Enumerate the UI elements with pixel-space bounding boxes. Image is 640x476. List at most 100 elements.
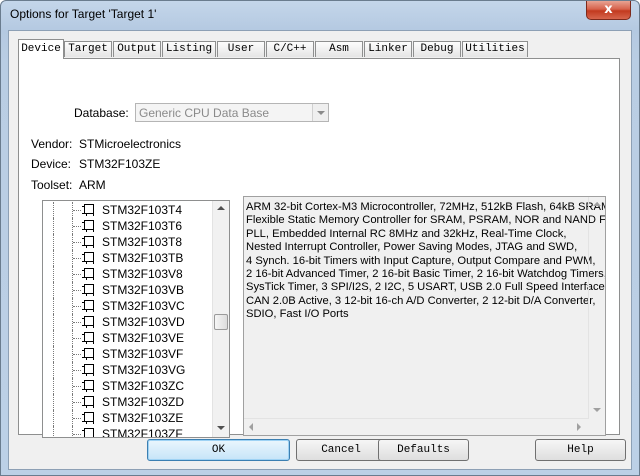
- chip-icon: [82, 364, 94, 376]
- scroll-thumb[interactable]: [214, 314, 228, 330]
- scroll-down-icon[interactable]: [213, 420, 229, 436]
- device-label: Device:: [31, 157, 72, 171]
- chip-icon: [82, 316, 94, 328]
- cancel-button[interactable]: Cancel: [296, 439, 386, 461]
- tab-linker[interactable]: Linker: [364, 41, 412, 57]
- toolset-value: ARM: [79, 178, 106, 192]
- tree-item-label: STM32F103T4: [102, 203, 183, 217]
- tree-line: [53, 234, 54, 250]
- tree-item[interactable]: STM32F103VG: [43, 362, 215, 378]
- description-line: Nested Interrupt Controller, Power Savin…: [246, 241, 578, 254]
- tree-item[interactable]: STM32F103V8: [43, 266, 215, 282]
- chevron-down-icon[interactable]: [312, 104, 328, 121]
- title-bar[interactable]: Options for Target 'Target 1' x: [1, 1, 639, 29]
- tree-item-label: STM32F103VC: [102, 299, 185, 313]
- device-tree-scrollbar[interactable]: [212, 201, 229, 437]
- tab-user[interactable]: User: [217, 41, 265, 57]
- chip-icon: [82, 380, 94, 392]
- chip-icon: [82, 220, 94, 232]
- scroll-up-icon[interactable]: [589, 197, 605, 213]
- chip-icon: [82, 428, 94, 437]
- tab-c-cpp[interactable]: C/C++: [266, 41, 314, 57]
- tree-line: [73, 354, 81, 355]
- window-title: Options for Target 'Target 1': [10, 7, 157, 21]
- tree-item-label: STM32F103ZF: [102, 427, 183, 438]
- chip-icon: [82, 268, 94, 280]
- device-description: ARM 32-bit Cortex-M3 Microcontroller, 72…: [243, 196, 606, 436]
- tree-item-label: STM32F103T6: [102, 219, 183, 233]
- tab-utilities[interactable]: Utilities: [462, 41, 528, 57]
- tab-debug[interactable]: Debug: [413, 41, 461, 57]
- database-label: Database:: [74, 106, 129, 120]
- tree-item[interactable]: STM32F103VC: [43, 298, 215, 314]
- tree-line: [73, 290, 81, 291]
- tree-line: [53, 250, 54, 266]
- chip-icon: [82, 284, 94, 296]
- tree-item[interactable]: STM32F103T4: [43, 202, 215, 218]
- tree-item-label: STM32F103ZD: [102, 395, 185, 409]
- description-line: 2 16-bit Advanced Timer, 2 16-bit Basic …: [246, 268, 606, 280]
- tree-line: [53, 378, 54, 394]
- tab-listing[interactable]: Listing: [162, 41, 216, 57]
- chip-icon: [82, 204, 94, 216]
- tree-item-label: STM32F103ZC: [102, 379, 185, 393]
- options-dialog: Options for Target 'Target 1' x Device T…: [0, 0, 640, 476]
- tree-line: [73, 242, 81, 243]
- tree-item-label: STM32F103VG: [102, 363, 186, 377]
- chip-icon: [82, 252, 94, 264]
- database-select[interactable]: Generic CPU Data Base: [135, 103, 329, 122]
- defaults-button[interactable]: Defaults: [378, 439, 469, 461]
- tree-item[interactable]: STM32F103VE: [43, 330, 215, 346]
- tree-line: [53, 330, 54, 346]
- database-value: Generic CPU Data Base: [139, 106, 270, 120]
- tab-output[interactable]: Output: [113, 41, 161, 57]
- description-line: CAN 2.0B Active, 3 12-bit 16-ch A/D Conv…: [246, 294, 596, 307]
- tab-device[interactable]: Device: [18, 39, 64, 59]
- tree-line: [53, 282, 54, 298]
- tree-line: [73, 306, 81, 307]
- close-icon: x: [604, 2, 613, 17]
- description-vscrollbar[interactable]: [588, 197, 605, 419]
- description-hscrollbar[interactable]: [244, 418, 588, 435]
- tree-line: [73, 322, 81, 323]
- device-tree[interactable]: STM32F103T4 STM32F103T6 STM32F103T8 STM32F1…: [42, 200, 230, 438]
- chip-icon: [82, 396, 94, 408]
- device-value: STM32F103ZE: [79, 157, 161, 171]
- tree-line: [73, 402, 81, 403]
- tree-line: [73, 386, 81, 387]
- tree-item[interactable]: STM32F103VD: [43, 314, 215, 330]
- ok-button[interactable]: OK: [147, 439, 290, 461]
- chip-icon: [82, 300, 94, 312]
- tree-line: [73, 274, 81, 275]
- tree-item[interactable]: STM32F103TB: [43, 250, 215, 266]
- tree-item-label: STM32F103VF: [102, 347, 184, 361]
- close-button[interactable]: x: [586, 1, 631, 20]
- tree-item-label: STM32F103T8: [102, 235, 183, 249]
- tree-item[interactable]: STM32F103T6: [43, 218, 215, 234]
- tree-line: [53, 362, 54, 378]
- description-line: 4 Synch. 16-bit Timers with Input Captur…: [246, 254, 596, 267]
- tree-item[interactable]: STM32F103T8: [43, 234, 215, 250]
- tree-item-label: STM32F103TB: [102, 251, 184, 265]
- description-line: Flexible Static Memory Controller for SR…: [246, 214, 606, 227]
- scroll-right-icon[interactable]: [571, 419, 587, 435]
- tree-item[interactable]: STM32F103VB: [43, 282, 215, 298]
- tab-asm[interactable]: Asm: [315, 41, 363, 57]
- tree-item[interactable]: STM32F103ZF: [43, 426, 215, 438]
- tree-item[interactable]: STM32F103ZC: [43, 378, 215, 394]
- description-line: ARM 32-bit Cortex-M3 Microcontroller, 72…: [246, 201, 606, 213]
- tree-line: [73, 258, 81, 259]
- tree-item-label: STM32F103VE: [102, 331, 185, 345]
- tree-item[interactable]: STM32F103ZE: [43, 410, 215, 426]
- tab-target[interactable]: Target: [64, 41, 112, 57]
- scroll-up-icon[interactable]: [213, 201, 229, 217]
- help-button[interactable]: Help: [535, 439, 626, 461]
- scroll-left-icon[interactable]: [244, 419, 260, 435]
- tree-item[interactable]: STM32F103VF: [43, 346, 215, 362]
- tree-line: [53, 314, 54, 330]
- toolset-label: Toolset:: [31, 178, 73, 192]
- tree-line: [73, 210, 81, 211]
- scroll-down-icon[interactable]: [589, 402, 605, 418]
- tree-line: [53, 394, 54, 410]
- tree-item[interactable]: STM32F103ZD: [43, 394, 215, 410]
